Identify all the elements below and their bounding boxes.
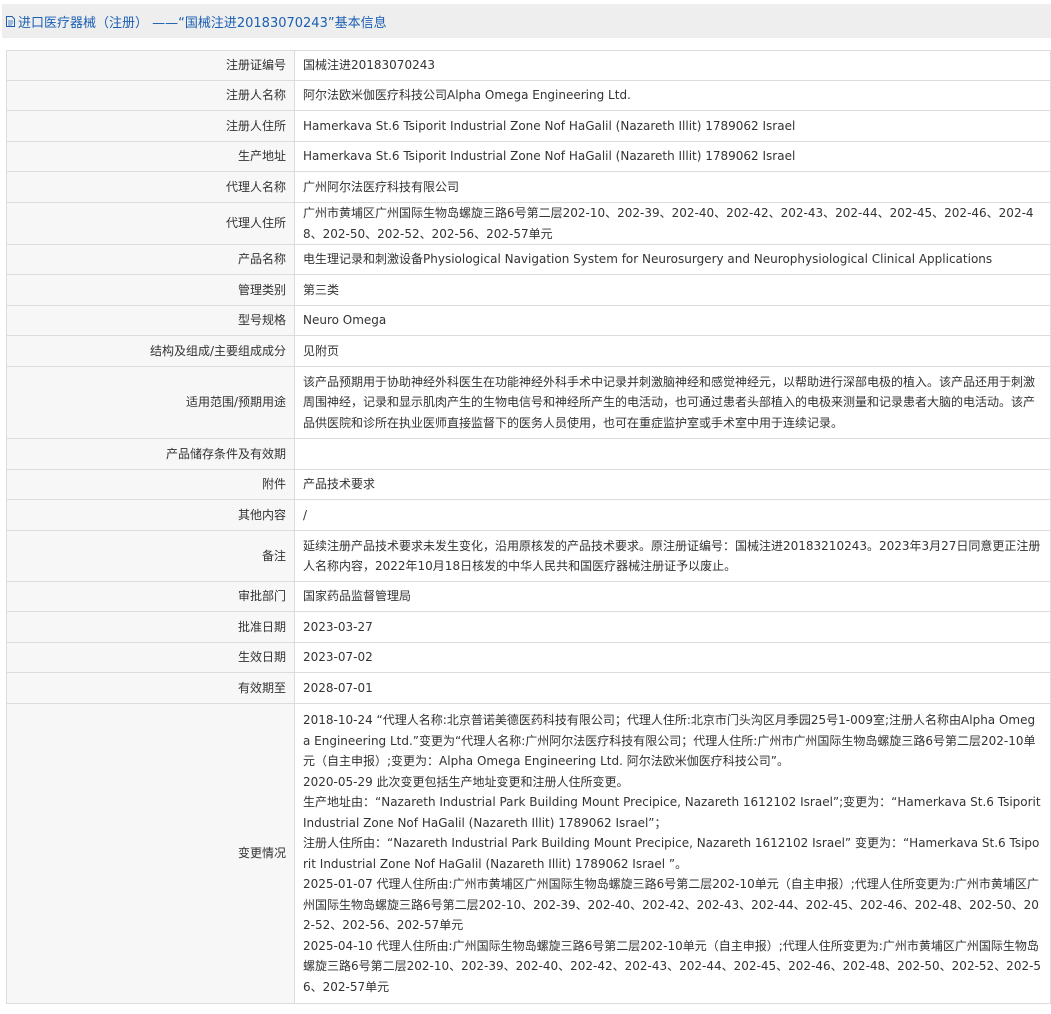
row-label: 代理人名称: [6, 171, 295, 203]
table-row: 注册证编号 国械注进20183070243: [6, 50, 1051, 81]
row-label: 生效日期: [6, 642, 295, 673]
row-label: 型号规格: [6, 305, 295, 336]
table-row: 审批部门 国家药品监督管理局: [6, 581, 1051, 612]
row-label: 结构及组成/主要组成成分: [6, 335, 295, 367]
row-label: 产品储存条件及有效期: [6, 438, 295, 470]
table-row: 注册人住所 Hamerkava St.6 Tsiporit Industrial …: [6, 110, 1051, 142]
row-value: 第三类: [294, 274, 1051, 306]
row-value: 见附页: [294, 335, 1051, 367]
table-row: 注册人名称 阿尔法欧米伽医疗科技公司Alpha Omega Engineering…: [6, 80, 1051, 111]
row-label: 有效期至: [6, 672, 295, 704]
table-row: 生效日期 2023-07-02: [6, 642, 1051, 673]
change-record: 2020-05-29 此次变更包括生产地址变更和注册人住所变更。: [303, 774, 629, 789]
table-row: 管理类别 第三类: [6, 274, 1051, 306]
row-label: 批准日期: [6, 611, 295, 643]
table-row: 产品名称 电生理记录和刺激设备Physiological Navigation S…: [6, 244, 1051, 275]
row-label: 审批部门: [6, 581, 295, 612]
row-value: 延续注册产品技术要求未发生变化，沿用原核发的产品技术要求。原注册证编号：国械注进…: [294, 530, 1051, 582]
change-record: 2018-10-24 “代理人名称:北京普诺美德医药科技有限公司；代理人住所:北…: [303, 713, 1036, 768]
table-row: 代理人名称 广州阿尔法医疗科技有限公司: [6, 171, 1051, 203]
table-row: 型号规格 Neuro Omega: [6, 305, 1051, 336]
table-row: 有效期至 2028-07-01: [6, 672, 1051, 704]
row-value: 阿尔法欧米伽医疗科技公司Alpha Omega Engineering Ltd.: [294, 80, 1051, 111]
row-value: 2018-10-24 “代理人名称:北京普诺美德医药科技有限公司；代理人住所:北…: [294, 703, 1051, 1004]
row-label: 其他内容: [6, 499, 295, 531]
table-row: 备注 延续注册产品技术要求未发生变化，沿用原核发的产品技术要求。原注册证编号：国械…: [6, 530, 1051, 582]
row-label: 代理人住所: [6, 202, 295, 245]
change-record: 2025-01-07 代理人住所由:广州市黄埔区广州国际生物岛螺旋三路6号第二层…: [303, 877, 1039, 932]
page-header: 进口医疗器械（注册） ——“国械注进20183070243”基本信息: [2, 4, 1051, 38]
table-row: 结构及组成/主要组成成分 见附页: [6, 335, 1051, 367]
change-record: 注册人住所由：“Nazareth Industrial Park Buildin…: [303, 836, 1040, 871]
row-value: 2023-07-02: [294, 642, 1051, 673]
table-row: 代理人住所 广州市黄埔区广州国际生物岛螺旋三路6号第二层202-10、202-39…: [6, 202, 1051, 245]
document-icon: [6, 15, 15, 27]
row-value: 国械注进20183070243: [294, 50, 1051, 81]
row-value: Hamerkava St.6 Tsiporit Industrial Zone …: [294, 141, 1051, 172]
row-value: 电生理记录和刺激设备Physiological Navigation Syste…: [294, 244, 1051, 275]
change-record: 生产地址由：“Nazareth Industrial Park Building…: [303, 795, 1041, 830]
row-value: Hamerkava St.6 Tsiporit Industrial Zone …: [294, 110, 1051, 142]
row-label: 注册人名称: [6, 80, 295, 111]
row-value: 国家药品监督管理局: [294, 581, 1051, 612]
row-value: [294, 438, 1051, 470]
table-row: 附件 产品技术要求: [6, 469, 1051, 500]
page-title: 进口医疗器械（注册） ——“国械注进20183070243”基本信息: [18, 15, 387, 31]
table-row: 其他内容 /: [6, 499, 1051, 531]
row-label: 管理类别: [6, 274, 295, 306]
table-row: 变更情况 2018-10-24 “代理人名称:北京普诺美德医药科技有限公司；代理人…: [6, 703, 1051, 1004]
row-value: /: [294, 499, 1051, 531]
row-value: 2028-07-01: [294, 672, 1051, 704]
row-label: 注册人住所: [6, 110, 295, 142]
row-label: 变更情况: [6, 703, 295, 1004]
registration-info-table: 注册证编号 国械注进20183070243 注册人名称 阿尔法欧米伽医疗科技公司Alp…: [6, 50, 1051, 1004]
row-label: 生产地址: [6, 141, 295, 172]
row-label: 产品名称: [6, 244, 295, 275]
row-value: 广州市黄埔区广州国际生物岛螺旋三路6号第二层202-10、202-39、202-…: [294, 202, 1051, 245]
row-value: 产品技术要求: [294, 469, 1051, 500]
table-row: 适用范围/预期用途 该产品预期用于协助神经外科医生在功能神经外科手术中记录并刺激脑…: [6, 366, 1051, 439]
row-label: 适用范围/预期用途: [6, 366, 295, 439]
row-label: 注册证编号: [6, 50, 295, 81]
row-value: 广州阿尔法医疗科技有限公司: [294, 171, 1051, 203]
row-value: 2023-03-27: [294, 611, 1051, 643]
table-row: 生产地址 Hamerkava St.6 Tsiporit Industrial Z…: [6, 141, 1051, 172]
row-label: 附件: [6, 469, 295, 500]
table-row: 产品储存条件及有效期: [6, 438, 1051, 470]
table-row: 批准日期 2023-03-27: [6, 611, 1051, 643]
row-value: 该产品预期用于协助神经外科医生在功能神经外科手术中记录并刺激脑神经和感觉神经元，…: [294, 366, 1051, 439]
change-record: 2025-04-10 代理人住所由:广州国际生物岛螺旋三路6号第二层202-10…: [303, 938, 1042, 994]
row-value: Neuro Omega: [294, 305, 1051, 336]
row-label: 备注: [6, 530, 295, 582]
